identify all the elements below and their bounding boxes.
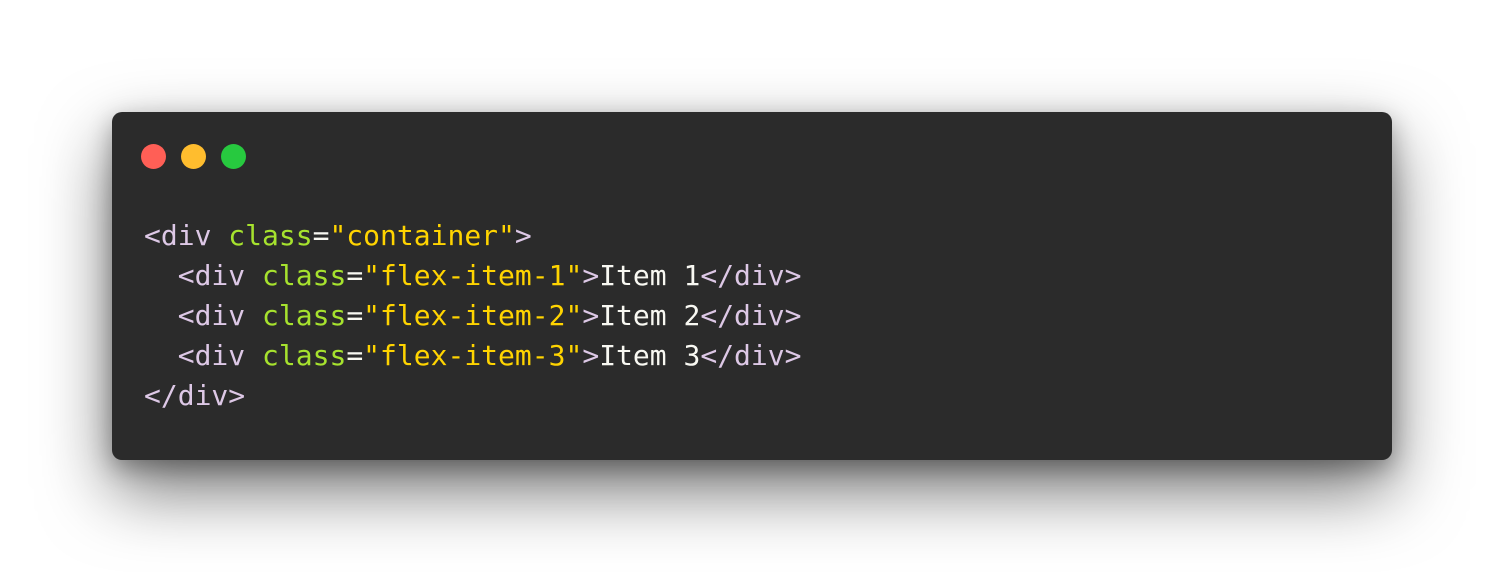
tag-end: </div> xyxy=(700,339,802,372)
minimize-dot-icon[interactable] xyxy=(181,144,206,169)
tag-open: <div xyxy=(144,219,212,252)
attribute-name: class xyxy=(262,259,347,292)
tag-close-bracket: > xyxy=(514,219,532,252)
close-dot-icon[interactable] xyxy=(141,144,166,169)
attribute-value: "flex-item-3" xyxy=(363,339,583,372)
code-line: <div class="container"> xyxy=(144,216,802,256)
equals-sign: = xyxy=(346,299,364,332)
code-line: <div class="flex-item-1">Item 1</div> xyxy=(144,256,802,296)
tag-end: </div> xyxy=(700,259,802,292)
equals-sign: = xyxy=(312,219,330,252)
element-text: Item 1 xyxy=(599,259,701,292)
code-block: <div class="container"> <div class="flex… xyxy=(144,216,802,416)
window-controls xyxy=(141,144,246,169)
code-line: <div class="flex-item-3">Item 3</div> xyxy=(144,336,802,376)
maximize-dot-icon[interactable] xyxy=(221,144,246,169)
code-line: <div class="flex-item-2">Item 2</div> xyxy=(144,296,802,336)
tag-open: <div xyxy=(177,259,246,292)
attribute-name: class xyxy=(262,339,347,372)
element-text: Item 2 xyxy=(599,299,701,332)
attribute-value: "container" xyxy=(329,219,515,252)
tag-close-bracket: > xyxy=(582,339,600,372)
equals-sign: = xyxy=(346,259,364,292)
code-line: </div> xyxy=(144,376,802,416)
tag-open: <div xyxy=(177,299,246,332)
attribute-value: "flex-item-1" xyxy=(363,259,583,292)
element-text: Item 3 xyxy=(599,339,701,372)
tag-open: <div xyxy=(177,339,246,372)
equals-sign: = xyxy=(346,339,364,372)
attribute-name: class xyxy=(228,219,313,252)
tag-end: </div> xyxy=(700,299,802,332)
tag-close-bracket: > xyxy=(582,299,600,332)
code-window: <div class="container"> <div class="flex… xyxy=(112,112,1392,460)
attribute-value: "flex-item-2" xyxy=(363,299,583,332)
tag-close-bracket: > xyxy=(582,259,600,292)
tag-end: </div> xyxy=(144,379,246,412)
attribute-name: class xyxy=(262,299,347,332)
